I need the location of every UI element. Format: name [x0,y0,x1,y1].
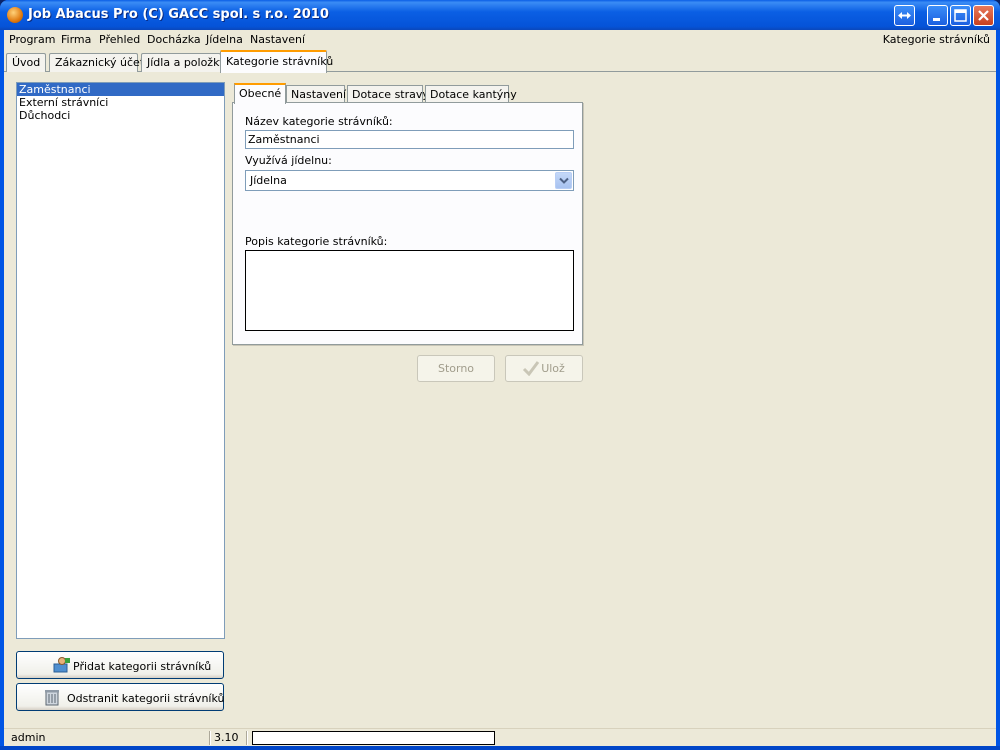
app-orange-ball-icon[interactable] [7,7,23,23]
checkmark-icon [522,360,540,385]
tab-jidla-a-polozky[interactable]: Jídla a položky [141,53,226,72]
status-bar: admin 3.10 [4,728,996,746]
tab-label: Úvod [12,56,41,69]
tab-label: Dotace stravy [352,88,429,101]
general-tab-panel: Název kategorie strávníků: Zaměstnanci V… [232,102,583,345]
detail-tab-strip: Obecné Nastavení Dotace stravy Dotace ka… [232,83,584,104]
description-label: Popis kategorie strávníků: [245,235,388,248]
maximize-icon[interactable] [950,5,971,26]
menu-program[interactable]: Program [9,33,55,46]
main-tab-strip: Úvod Zákaznický účet Jídla a položky Kat… [4,50,996,73]
status-progress-box [252,731,495,745]
menu-firma[interactable]: Firma [61,33,91,46]
resize-icon[interactable] [894,5,915,26]
minimize-icon[interactable] [927,5,948,26]
trash-icon [43,688,61,706]
canteen-label: Využívá jídelnu: [245,154,332,167]
cancel-label: Storno [437,362,475,375]
tab-label: Dotace kantýny [430,88,517,101]
app-window: Job Abacus Pro (C) GACC spol. s r.o. 201… [0,0,1000,750]
chevron-down-icon[interactable] [555,172,572,189]
tab-label: Kategorie strávníků [226,55,334,68]
remove-category-label: Odstranit kategorii strávníků [67,692,225,705]
tab-dotace-kantyny[interactable]: Dotace kantýny [425,85,517,103]
tab-label: Jídla a položky [147,56,226,69]
menu-nastaveni[interactable]: Nastavení [250,33,305,46]
add-category-label: Přidat kategorii strávníků [73,660,212,673]
category-name-input[interactable]: Zaměstnanci [245,130,574,149]
list-item[interactable]: Zaměstnanci [17,83,224,96]
client-area: Program Firma Přehled Docházka Jídelna N… [4,30,996,746]
tab-obecne[interactable]: Obecné [234,83,286,104]
canteen-selected-value: Jídelna [250,174,287,187]
status-version: 3.10 [214,731,239,744]
tab-label: Obecné [239,87,282,100]
canteen-select[interactable]: Jídelna [245,170,574,191]
category-list[interactable]: Zaměstnanci Externí strávníci Důchodci [16,82,225,639]
description-textarea[interactable] [245,250,574,331]
tab-label: Zákaznický účet [55,56,145,69]
status-separator [246,731,248,745]
status-user: admin [11,731,46,744]
add-category-button[interactable]: Přidat kategorii strávníků [16,651,224,679]
tab-kategorie-stravniku[interactable]: Kategorie strávníků [220,50,333,73]
tab-dotace-stravy[interactable]: Dotace stravy [347,85,429,103]
tab-uvod[interactable]: Úvod [6,53,46,72]
list-item[interactable]: Důchodci [17,109,224,122]
tab-label: Nastavení [291,88,347,101]
close-icon[interactable] [973,5,994,26]
tab-zakaznicky-ucet[interactable]: Zákaznický účet [49,53,144,72]
list-item[interactable]: Externí strávníci [17,96,224,109]
window-title: Job Abacus Pro (C) GACC spol. s r.o. 201… [28,7,329,22]
current-module-label: Kategorie strávníků [882,33,990,46]
window-frame-right [996,30,1000,750]
menu-bar: Program Firma Přehled Docházka Jídelna N… [4,30,996,50]
cancel-button[interactable]: Storno [417,355,495,382]
menu-jidelna[interactable]: Jídelna [206,33,243,46]
window-frame-bottom [0,746,1000,750]
menu-dochazka[interactable]: Docházka [147,33,201,46]
title-bar[interactable]: Job Abacus Pro (C) GACC spol. s r.o. 201… [0,0,1000,30]
category-name-label: Název kategorie strávníků: [245,115,393,128]
menu-prehled[interactable]: Přehled [99,33,140,46]
remove-category-button[interactable]: Odstranit kategorii strávníků [16,683,224,711]
add-person-icon [53,656,71,674]
save-button[interactable]: Ulož [505,355,583,382]
status-separator [209,731,211,745]
tab-nastaveni[interactable]: Nastavení [286,85,347,103]
